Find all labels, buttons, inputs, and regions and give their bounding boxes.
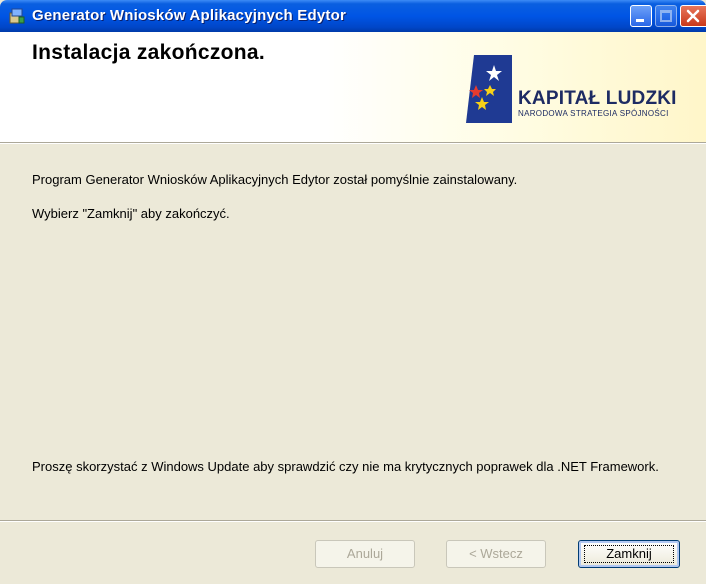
- page-title: Instalacja zakończona.: [32, 41, 266, 64]
- maximize-icon: [660, 10, 672, 22]
- kapital-ludzki-logo-icon: [466, 55, 512, 123]
- logo-subtext: NARODOWA STRATEGIA SPÓJNOŚCI: [518, 109, 669, 118]
- installer-window: Generator Wniosków Aplikacyjnych Edytor …: [0, 0, 706, 584]
- maximize-button[interactable]: [655, 5, 677, 27]
- installer-app-icon: [9, 8, 25, 24]
- close-icon: [686, 9, 700, 23]
- back-button[interactable]: < Wstecz: [446, 540, 546, 568]
- window-title: Generator Wniosków Aplikacyjnych Edytor: [32, 7, 346, 24]
- footer-divider: [0, 520, 706, 522]
- close-instruction-message: Wybierz "Zamknij" aby zakończyć.: [32, 206, 230, 221]
- title-bar[interactable]: Generator Wniosków Aplikacyjnych Edytor: [0, 0, 706, 32]
- minimize-button[interactable]: [630, 5, 652, 27]
- close-window-button[interactable]: [680, 5, 706, 27]
- install-success-message: Program Generator Wniosków Aplikacyjnych…: [32, 172, 518, 187]
- close-button-label: Zamknij: [606, 546, 652, 561]
- logo-text: KAPITAŁ LUDZKI: [518, 88, 677, 109]
- header-divider: [0, 142, 706, 144]
- close-button[interactable]: Zamknij: [578, 540, 680, 568]
- minimize-icon: [636, 19, 644, 22]
- cancel-button[interactable]: Anuluj: [315, 540, 415, 568]
- windows-update-message: Proszę skorzystać z Windows Update aby s…: [32, 459, 659, 474]
